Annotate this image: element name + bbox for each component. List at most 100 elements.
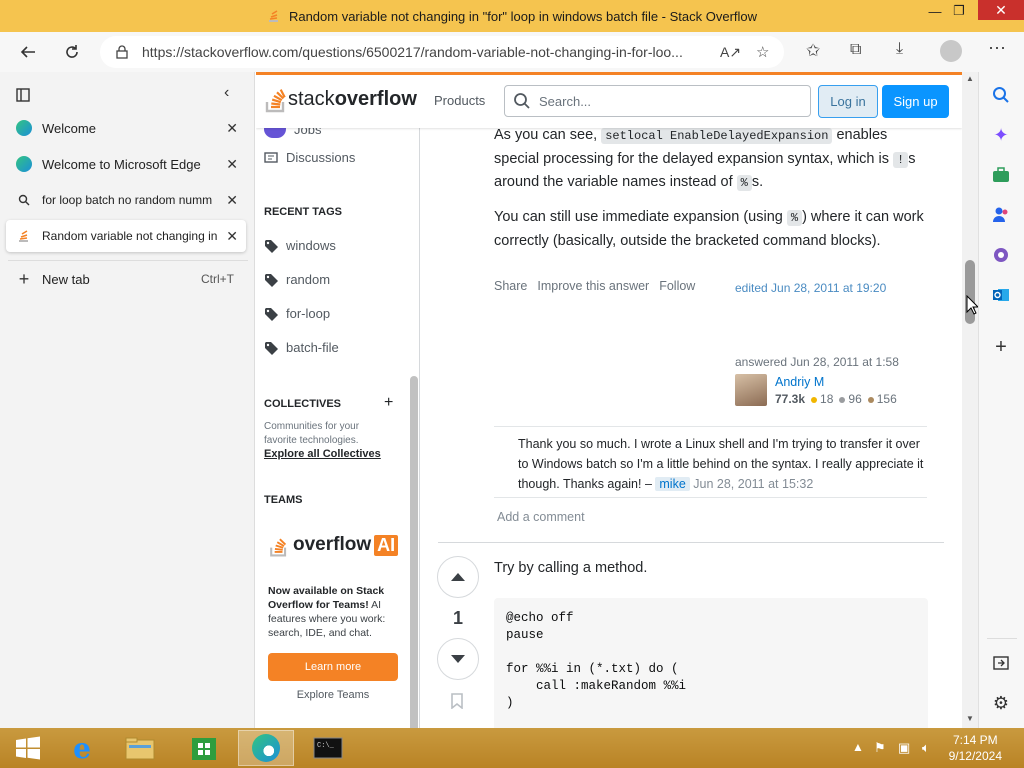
hide-sidebar-icon[interactable] <box>990 652 1012 674</box>
tag-batch-file[interactable]: batch-file <box>264 340 339 355</box>
new-tab-label: New tab <box>42 271 90 287</box>
internet-explorer-icon: e <box>73 731 91 765</box>
back-button[interactable] <box>12 36 44 68</box>
tab-welcome-edge[interactable]: Welcome to Microsoft Edge ✕ <box>6 148 246 180</box>
sidebar-search-icon[interactable] <box>990 84 1012 106</box>
share-link[interactable]: Share <box>494 279 527 293</box>
volume-icon[interactable]: 🔈︎ <box>922 740 930 756</box>
tag-for-loop[interactable]: for-loop <box>264 306 330 321</box>
add-collective-icon[interactable]: + <box>384 394 393 412</box>
tab-label: Welcome to Microsoft Edge <box>42 156 201 172</box>
more-menu-icon[interactable]: ⋯ <box>988 38 1006 59</box>
maximize-button[interactable]: ❐ <box>942 0 976 22</box>
read-aloud-icon[interactable]: A↗ <box>720 44 741 61</box>
improve-answer-link[interactable]: Improve this answer <box>537 279 649 293</box>
close-window-button[interactable]: ✕ <box>978 0 1024 20</box>
taskbar-file-explorer[interactable] <box>112 730 168 766</box>
downvote-button[interactable] <box>437 638 479 680</box>
silver-badges: 96 <box>839 392 862 406</box>
collections-icon[interactable]: ⧉ <box>850 41 861 59</box>
nav-discussions[interactable]: Discussions <box>264 150 355 165</box>
teams-heading: TEAMS <box>264 494 303 506</box>
so-search-box[interactable] <box>504 85 811 117</box>
show-hidden-icons-icon[interactable]: ▲ <box>852 740 864 754</box>
scroll-down-icon[interactable]: ▼ <box>966 714 974 723</box>
tag-random[interactable]: random <box>264 272 330 287</box>
profile-avatar[interactable] <box>940 40 962 62</box>
ai-desc-bold: Now available on Stack Overflow for Team… <box>268 585 385 611</box>
tab-label: Random variable not changing in <box>42 229 217 243</box>
comment-divider <box>494 426 927 427</box>
office-icon[interactable] <box>990 244 1012 266</box>
network-icon[interactable]: ▣ <box>898 740 910 756</box>
scroll-up-icon[interactable]: ▲ <box>966 74 974 83</box>
copilot-sparkle-icon[interactable]: ✦ <box>990 124 1012 146</box>
code-block: @echo off pause for %%i in (*.txt) do ( … <box>494 598 928 728</box>
overflow-ai-text: overflow <box>293 534 372 555</box>
close-tab-icon[interactable]: ✕ <box>226 156 238 173</box>
edge-sidebar: ✦ + ⚙ <box>978 72 1024 728</box>
tag-windows[interactable]: windows <box>264 238 336 253</box>
start-button[interactable] <box>0 730 56 766</box>
tab-actions-icon[interactable] <box>16 88 30 102</box>
stackoverflow-logo-icon <box>265 89 286 113</box>
edge-icon <box>252 734 280 762</box>
recent-tags-heading: RECENT TAGS <box>264 206 343 218</box>
collapse-panel-icon[interactable]: ‹ <box>224 84 229 102</box>
products-link[interactable]: Products <box>434 93 485 108</box>
user-name-link[interactable]: Andriy M <box>775 375 824 389</box>
close-tab-icon[interactable]: ✕ <box>226 192 238 209</box>
sidebar-scrollbar[interactable] <box>410 376 418 728</box>
tab-search[interactable]: for loop batch no random numm ✕ <box>6 184 246 216</box>
taskbar-clock[interactable]: 7:14 PM 9/12/2024 <box>949 732 1002 764</box>
login-button[interactable]: Log in <box>818 85 878 118</box>
taskbar-store[interactable] <box>176 730 232 766</box>
add-comment-link[interactable]: Add a comment <box>497 510 585 524</box>
follow-link[interactable]: Follow <box>659 279 695 293</box>
downloads-icon[interactable]: ⤓ <box>896 40 903 58</box>
explore-collectives-link[interactable]: Explore all Collectives <box>264 448 381 460</box>
edge-icon <box>16 120 32 136</box>
shopping-icon[interactable] <box>990 164 1012 186</box>
tab-stackoverflow[interactable]: Random variable not changing in ✕ <box>6 220 246 252</box>
comment-user-link[interactable]: mike <box>655 477 690 491</box>
new-tab-button[interactable]: + New tab Ctrl+T <box>6 263 246 295</box>
bookmark-icon[interactable] <box>450 693 464 709</box>
signup-button[interactable]: Sign up <box>882 85 949 118</box>
taskbar-edge[interactable] <box>238 730 294 766</box>
edited-link[interactable]: edited Jun 28, 2011 at 19:20 <box>735 281 886 295</box>
learn-more-button[interactable]: Learn more <box>268 653 398 681</box>
downvote-arrow-icon <box>451 655 465 663</box>
close-tab-icon[interactable]: ✕ <box>226 228 238 245</box>
taskbar-command-prompt[interactable]: C:\_ <box>300 730 356 766</box>
action-center-flag-icon[interactable]: ⚑ <box>874 740 886 756</box>
close-tab-icon[interactable]: ✕ <box>226 120 238 137</box>
tag-label: batch-file <box>286 340 339 355</box>
upvote-button[interactable] <box>437 556 479 598</box>
tab-welcome[interactable]: Welcome ✕ <box>6 112 246 144</box>
svg-text:C:\_: C:\_ <box>317 742 335 750</box>
add-favorite-icon[interactable]: ☆ <box>756 43 769 61</box>
avatar[interactable] <box>735 374 767 406</box>
taskbar-internet-explorer[interactable]: e <box>54 730 110 766</box>
tag-icon <box>265 307 278 321</box>
outlook-icon[interactable] <box>990 284 1012 306</box>
collectives-description: Communities for your favorite technologi… <box>264 421 360 446</box>
inline-code: ! <box>892 151 909 168</box>
browser-toolbar: https://stackoverflow.com/questions/6500… <box>0 32 1024 72</box>
search-input[interactable] <box>539 93 789 109</box>
gold-badge-icon <box>811 397 818 403</box>
refresh-button[interactable] <box>56 36 88 68</box>
people-icon[interactable] <box>990 204 1012 226</box>
discussions-icon <box>264 151 278 163</box>
answer-paragraph-1: As you can see, setlocal EnableDelayedEx… <box>494 124 934 195</box>
address-bar[interactable]: https://stackoverflow.com/questions/6500… <box>100 36 784 68</box>
add-sidebar-app-icon[interactable]: + <box>990 336 1012 358</box>
upvote-arrow-icon <box>451 573 465 581</box>
favorites-icon[interactable]: ✩ <box>806 41 820 61</box>
comment-divider <box>494 497 927 498</box>
explore-teams-link[interactable]: Explore Teams <box>268 689 398 701</box>
settings-gear-icon[interactable]: ⚙ <box>990 692 1012 714</box>
so-logo[interactable]: stack overflow <box>264 84 417 114</box>
page-scrollbar[interactable]: ▲ ▼ <box>962 72 978 728</box>
